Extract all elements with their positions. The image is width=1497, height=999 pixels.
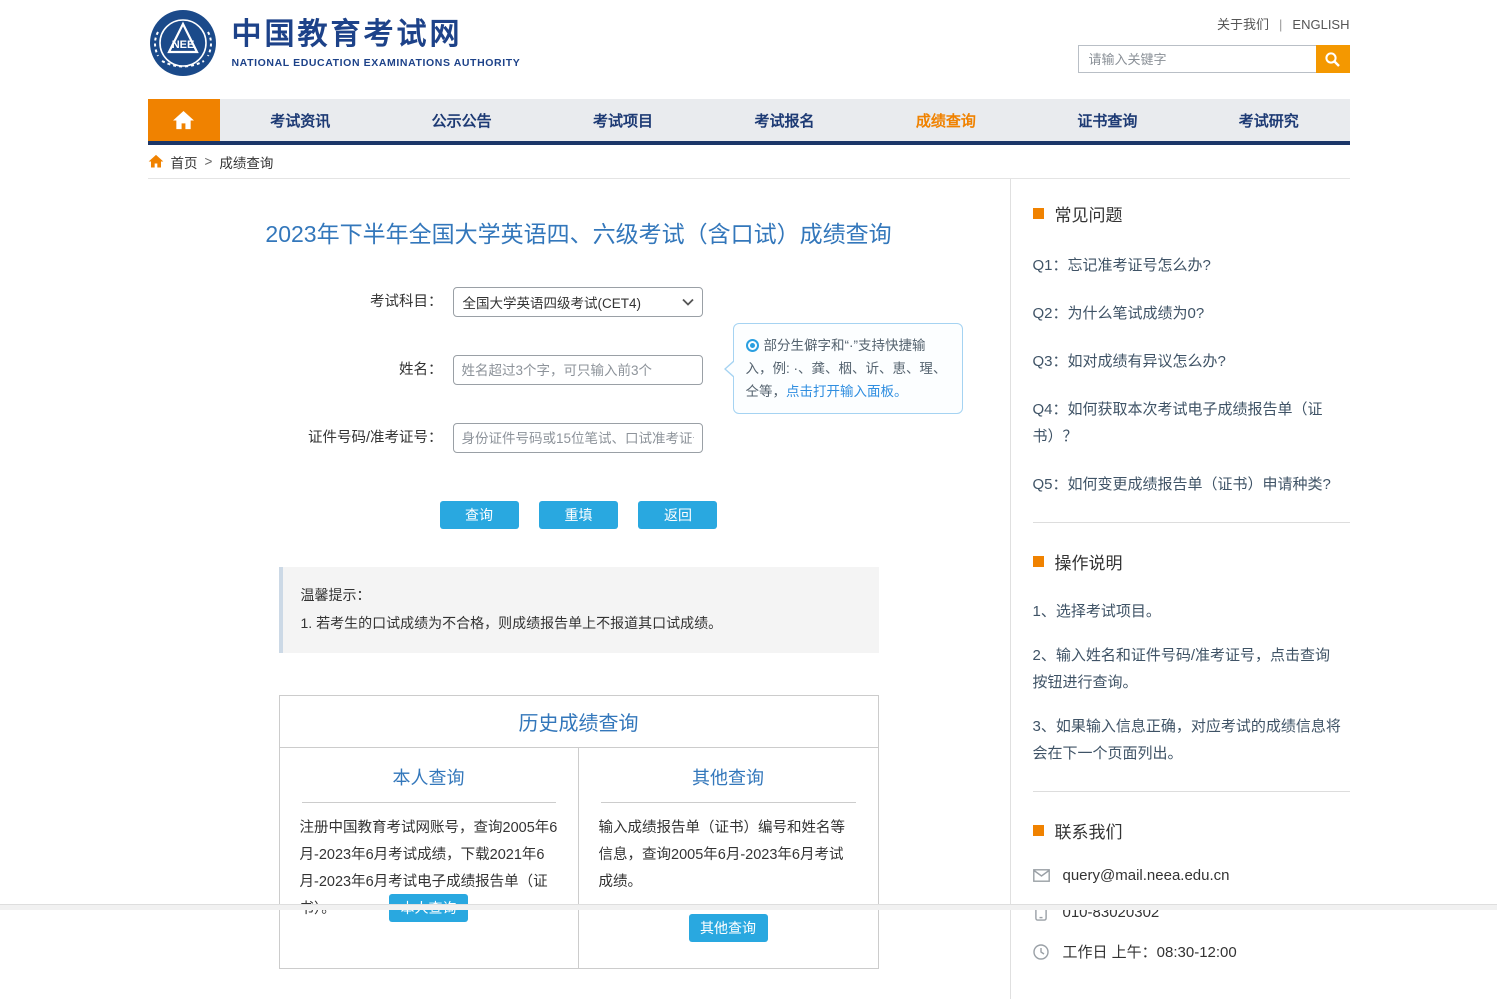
faq-item-q2[interactable]: Q2：为什么笔试成绩为0? [1033, 300, 1350, 327]
exam-subject-label: 考试科目： [148, 287, 453, 317]
nav-item-registration[interactable]: 考试报名 [704, 99, 865, 141]
reset-button[interactable]: 重填 [539, 501, 618, 529]
neea-emblem-icon: NEE [148, 8, 218, 78]
svg-text:NEE: NEE [171, 39, 194, 51]
breadcrumb-current: 成绩查询 [219, 152, 273, 172]
top-links-separator: | [1279, 17, 1282, 32]
notice-box: 温馨提示： 1. 若考生的口试成绩为不合格，则成绩报告单上不报道其口试成绩。 [279, 567, 879, 653]
breadcrumb-home-link[interactable]: 首页 [171, 152, 198, 172]
history-query-panel: 历史成绩查询 本人查询 注册中国教育考试网账号，查询2005年6月-2023年6… [279, 695, 879, 969]
notice-title: 温馨提示： [301, 582, 861, 608]
nav-home-button[interactable] [148, 99, 220, 141]
score-query-form: 考试科目： 全国大学英语四级考试(CET4) 姓名： 部分生僻字和“·”支持快捷… [148, 287, 1010, 529]
name-input[interactable] [453, 355, 703, 385]
rare-character-tooltip: 部分生僻字和“·”支持快捷输入，例: ·、龚、栶、䜣、恵、瑆、仝等，点击打开输入… [733, 323, 963, 414]
search-box [1078, 45, 1350, 73]
contact-section: 联系我们 query@mail.neea.edu.cn [1033, 818, 1350, 962]
faq-item-q3[interactable]: Q3：如对成绩有异议怎么办? [1033, 348, 1350, 375]
instruction-step-3: 3、如果输入信息正确，对应考试的成绩信息将会在下一个页面列出。 [1033, 713, 1345, 767]
query-button[interactable]: 查询 [440, 501, 519, 529]
faq-item-q1[interactable]: Q1：忘记准考证号怎么办? [1033, 252, 1350, 279]
exam-subject-select[interactable]: 全国大学英语四级考试(CET4) [453, 287, 703, 317]
search-icon [1324, 51, 1341, 68]
chevron-down-icon [682, 298, 694, 306]
nav-item-exam-research[interactable]: 考试研究 [1188, 99, 1349, 141]
header: NEE 中国教育考试网 NATIONAL EDUCATION EXAMINATI… [148, 0, 1350, 99]
search-input[interactable] [1078, 45, 1316, 73]
site-subtitle: NATIONAL EDUCATION EXAMINATIONS AUTHORIT… [232, 57, 521, 69]
history-query-title: 历史成绩查询 [280, 696, 878, 748]
faq-item-q5[interactable]: Q5：如何变更成绩报告单（证书）申请种类? [1033, 471, 1350, 498]
id-number-label: 证件号码/准考证号： [148, 423, 453, 453]
faq-section: 常见问题 Q1：忘记准考证号怎么办? Q2：为什么笔试成绩为0? Q3：如对成绩… [1033, 201, 1350, 498]
home-icon [172, 110, 195, 131]
contact-email[interactable]: query@mail.neea.edu.cn [1063, 867, 1230, 884]
main-content: 2023年下半年全国大学英语四、六级考试（含口试）成绩查询 考试科目： 全国大学… [148, 179, 1011, 999]
nav-item-certificate-query[interactable]: 证书查询 [1027, 99, 1188, 141]
self-query-section: 本人查询 注册中国教育考试网账号，查询2005年6月-2023年6月考试成绩，下… [280, 748, 579, 968]
page-title: 2023年下半年全国大学英语四、六级考试（含口试）成绩查询 [148, 215, 1010, 249]
self-query-title: 本人查询 [302, 764, 556, 803]
about-us-link[interactable]: 关于我们 [1217, 17, 1269, 32]
main-nav: 考试资讯 公示公告 考试项目 考试报名 成绩查询 证书查询 考试研究 [148, 99, 1350, 145]
notice-line: 1. 若考生的口试成绩为不合格，则成绩报告单上不报道其口试成绩。 [301, 610, 861, 636]
name-label: 姓名： [148, 355, 453, 385]
contact-title: 联系我们 [1055, 818, 1123, 843]
instructions-title: 操作说明 [1055, 549, 1123, 574]
faq-title: 常见问题 [1055, 201, 1123, 226]
english-link[interactable]: ENGLISH [1292, 17, 1349, 32]
back-button[interactable]: 返回 [638, 501, 717, 529]
other-query-section: 其他查询 输入成绩报告单（证书）编号和姓名等信息，查询2005年6月-2023年… [579, 748, 878, 968]
instruction-step-2: 2、输入姓名和证件号码/准考证号，点击查询按钮进行查询。 [1033, 642, 1345, 696]
site-logo[interactable]: NEE 中国教育考试网 NATIONAL EDUCATION EXAMINATI… [148, 8, 521, 78]
search-button[interactable] [1316, 45, 1350, 73]
radio-dot-icon [746, 339, 759, 352]
breadcrumb-home-icon [148, 154, 164, 169]
other-query-title: 其他查询 [601, 764, 856, 803]
instruction-step-1: 1、选择考试项目。 [1033, 598, 1345, 625]
other-query-button[interactable]: 其他查询 [689, 914, 768, 942]
sidebar-divider [1033, 791, 1350, 792]
open-input-panel-link[interactable]: 点击打开输入面板。 [786, 384, 908, 399]
envelope-icon [1033, 869, 1050, 882]
sidebar: 常见问题 Q1：忘记准考证号怎么办? Q2：为什么笔试成绩为0? Q3：如对成绩… [1011, 179, 1350, 999]
exam-subject-selected-value: 全国大学英语四级考试(CET4) [463, 292, 642, 312]
orange-bullet-icon [1033, 825, 1044, 836]
orange-bullet-icon [1033, 208, 1044, 219]
contact-hours: 工作日 上午：08:30-12:00 [1063, 941, 1237, 962]
other-query-description: 输入成绩报告单（证书）编号和姓名等信息，查询2005年6月-2023年6月考试成… [599, 815, 858, 896]
nav-item-score-query[interactable]: 成绩查询 [865, 99, 1026, 141]
top-links: 关于我们 | ENGLISH [1217, 14, 1349, 33]
orange-bullet-icon [1033, 556, 1044, 567]
footer-strip [0, 904, 1497, 910]
breadcrumb: 首页 > 成绩查询 [148, 145, 1350, 179]
sidebar-divider [1033, 522, 1350, 523]
clock-icon [1033, 944, 1049, 960]
nav-item-exam-news[interactable]: 考试资讯 [220, 99, 381, 141]
id-number-input[interactable] [453, 423, 703, 453]
breadcrumb-separator: > [205, 154, 213, 169]
instructions-section: 操作说明 1、选择考试项目。 2、输入姓名和证件号码/准考证号，点击查询按钮进行… [1033, 549, 1350, 767]
faq-item-q4[interactable]: Q4：如何获取本次考试电子成绩报告单（证书）？ [1033, 396, 1333, 450]
nav-item-exam-programs[interactable]: 考试项目 [542, 99, 703, 141]
site-title: 中国教育考试网 [232, 17, 521, 53]
nav-item-announcements[interactable]: 公示公告 [381, 99, 542, 141]
